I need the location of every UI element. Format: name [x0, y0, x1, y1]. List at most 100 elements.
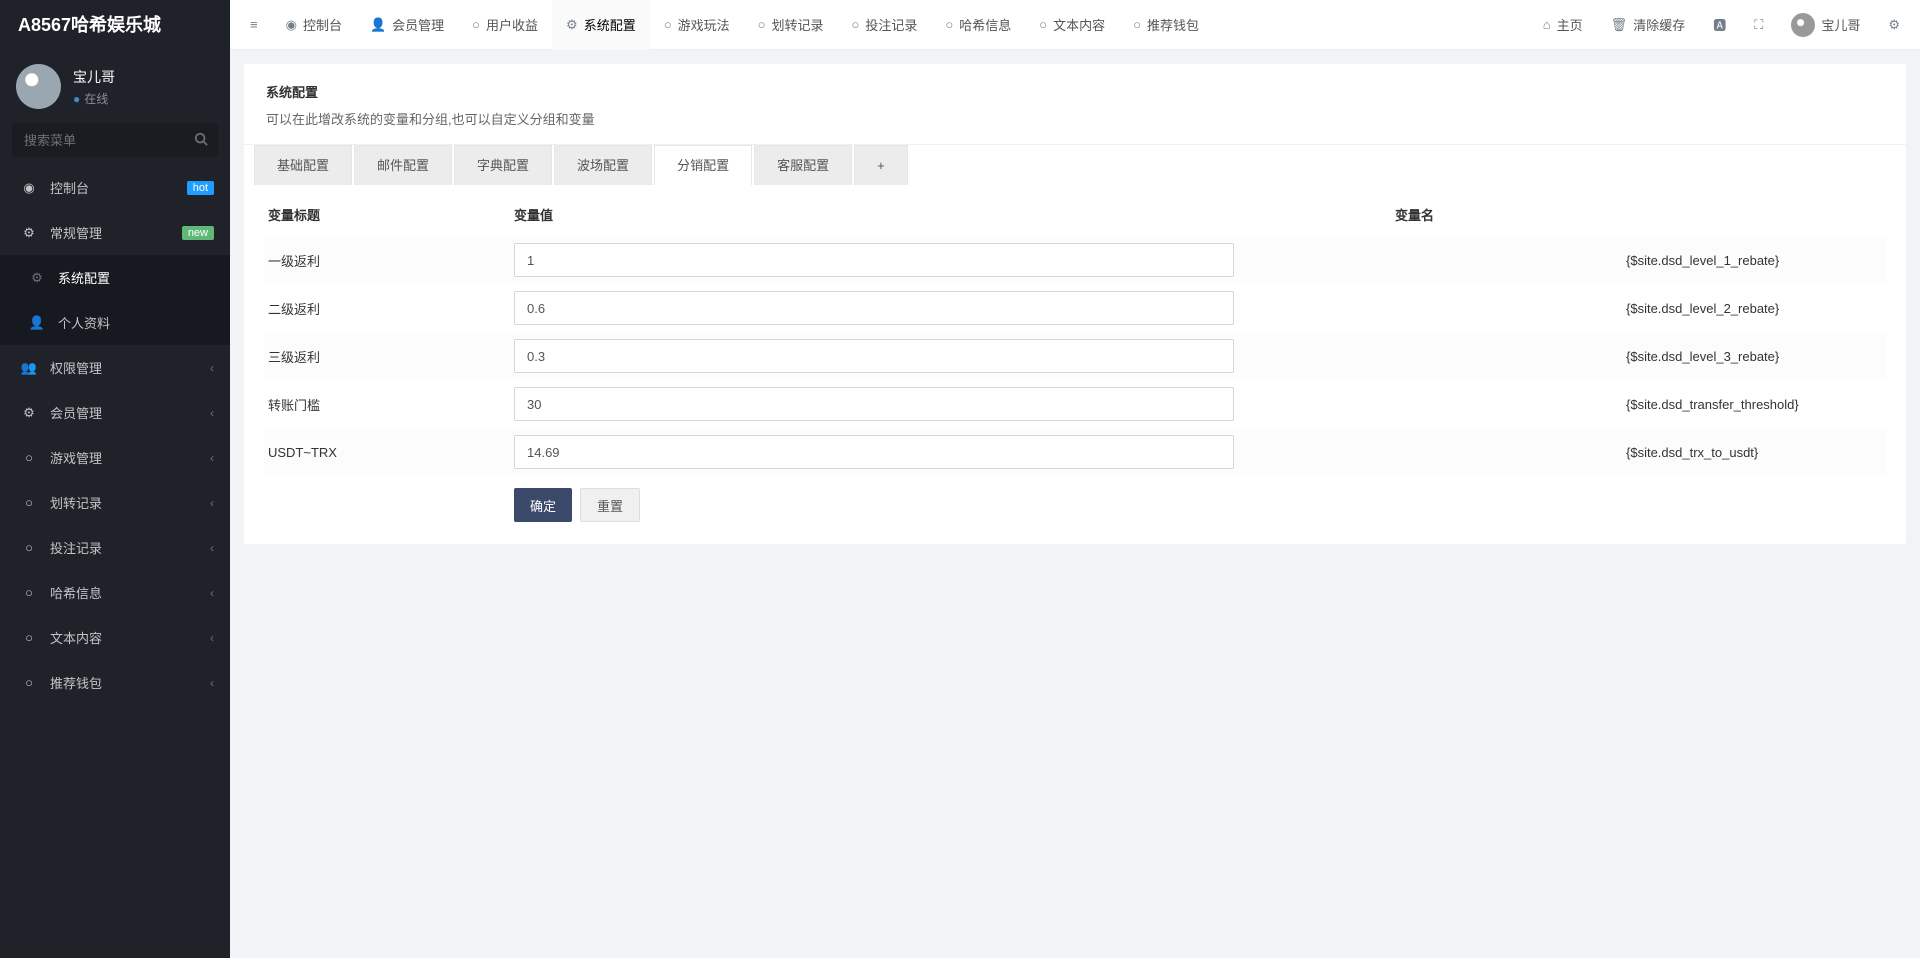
sidebar-item-5[interactable]: ⚙ 会员管理 ‹ [0, 390, 230, 435]
row-variable-name: {$site.dsd_trx_to_usdt} [1234, 445, 1886, 460]
header-tab-4[interactable]: ○游戏玩法 [650, 0, 744, 50]
sidebar-item-3[interactable]: 👤 个人资料 [0, 300, 230, 345]
user-status: ●在线 [73, 90, 115, 107]
gear-icon: ⚙ [1888, 17, 1900, 33]
sidebar: A8567哈希娱乐城 宝儿哥 ●在线 ◉ 控制台 hot ⚙ 常规管理 new … [0, 0, 230, 958]
search-box [12, 123, 218, 157]
settings-button[interactable]: ⚙ [1874, 0, 1914, 50]
home-button[interactable]: ⌂主页 [1529, 0, 1597, 50]
header-tab-7[interactable]: ○哈希信息 [931, 0, 1025, 50]
circle-o-icon: ○ [20, 630, 38, 645]
config-tab-1[interactable]: 邮件配置 [354, 145, 452, 185]
header-tab-9[interactable]: ○ 推荐钱包 [1119, 0, 1213, 50]
user-name: 宝儿哥 [73, 67, 115, 87]
circle-o-icon: ○ [851, 17, 859, 32]
header-tab-label: 控制台 [303, 15, 342, 34]
header-tab-2[interactable]: ○ 用户收益 [458, 0, 552, 50]
chevron-left-icon: ‹ [210, 406, 214, 420]
sidebar-item-label: 划转记录 [50, 493, 210, 512]
search-icon[interactable] [194, 132, 208, 146]
header-tab-label: 推荐钱包 [1147, 15, 1199, 34]
row-title: 转账门槛 [264, 395, 514, 414]
reset-button[interactable]: 重置 [580, 488, 640, 522]
sidebar-item-10[interactable]: ○ 文本内容 ‹ [0, 615, 230, 660]
sidebar-item-6[interactable]: ○ 游戏管理 ‹ [0, 435, 230, 480]
config-tab-2[interactable]: 字典配置 [454, 145, 552, 185]
circle-o-icon: ○ [1039, 17, 1047, 32]
user-menu[interactable]: 宝儿哥 [1777, 0, 1874, 50]
search-input[interactable] [12, 123, 218, 157]
dashboard-icon: ◉ [20, 180, 38, 196]
fullscreen-button[interactable]: ⛶ [1740, 0, 1777, 50]
header-tab-label: 用户收益 [486, 15, 538, 34]
sidebar-item-label: 哈希信息 [50, 583, 210, 602]
confirm-button[interactable]: 确定 [514, 488, 572, 522]
circle-o-icon: ○ [758, 17, 766, 32]
header-tab-1[interactable]: 👤会员管理 [356, 0, 458, 50]
row-title: 一级返利 [264, 251, 514, 270]
sidebar-item-2[interactable]: ⚙ 系统配置 [0, 255, 230, 300]
page-subtitle: 可以在此增改系统的变量和分组,也可以自定义分组和变量 [266, 109, 1884, 128]
cogs-icon: ⚙ [20, 225, 38, 241]
fullscreen-icon: ⛶ [1754, 17, 1763, 33]
header-tab-8[interactable]: ○文本内容 [1025, 0, 1119, 50]
row-value-input[interactable] [514, 435, 1234, 469]
chevron-left-icon: ‹ [210, 676, 214, 690]
table-header: 变量标题 变量值 变量名 [264, 195, 1886, 236]
add-tab-button[interactable]: + [854, 145, 908, 185]
header-tab-label: 划转记录 [771, 15, 823, 34]
chevron-left-icon: ‹ [210, 451, 214, 465]
row-value-input[interactable] [514, 243, 1234, 277]
row-variable-name: {$site.dsd_level_3_rebate} [1234, 349, 1886, 364]
config-tab-0[interactable]: 基础配置 [254, 145, 352, 185]
trash-icon: 🗑 [1611, 17, 1628, 33]
header-tab-6[interactable]: ○ 投注记录 [837, 0, 931, 50]
sidebar-nav: ◉ 控制台 hot ⚙ 常规管理 new ⚙ 系统配置 👤 个人资料 👥 权限管… [0, 165, 230, 705]
circle-o-icon: ○ [20, 540, 38, 555]
header: ≡ ◉控制台👤会员管理○用户收益⚙系统配置○游戏玩法○划转记录○投注记录○哈希信… [230, 0, 1920, 50]
row-value-input[interactable] [514, 387, 1234, 421]
user-cog-icon: ⚙ [20, 405, 38, 421]
row-title: 三级返利 [264, 347, 514, 366]
circle-o-icon: ○ [472, 17, 480, 32]
sidebar-item-8[interactable]: ○ 投注记录 ‹ [0, 525, 230, 570]
circle-o-icon: ○ [20, 675, 38, 690]
circle-o-icon: ○ [664, 17, 672, 32]
chevron-left-icon: ‹ [210, 586, 214, 600]
home-icon: ⌂ [1543, 17, 1551, 32]
badge: new [182, 226, 214, 240]
config-row: 三级返利 {$site.dsd_level_3_rebate} [264, 332, 1886, 380]
config-tab-5[interactable]: 客服配置 [754, 145, 852, 185]
config-row: 一级返利 {$site.dsd_level_1_rebate} [264, 236, 1886, 284]
badge: hot [187, 181, 214, 195]
user-icon: 👤 [370, 17, 386, 33]
sidebar-item-7[interactable]: ○ 划转记录 ‹ [0, 480, 230, 525]
row-value-input[interactable] [514, 339, 1234, 373]
sidebar-item-label: 控制台 [50, 178, 187, 197]
config-tab-4[interactable]: 分销配置 [654, 145, 752, 185]
header-tab-5[interactable]: ○ 划转记录 [744, 0, 838, 50]
toggle-sidebar-button[interactable]: ≡ [236, 0, 272, 50]
language-button[interactable]: 🅰 [1699, 0, 1740, 50]
sidebar-item-label: 权限管理 [50, 358, 210, 377]
sidebar-item-1[interactable]: ⚙ 常规管理 new [0, 210, 230, 255]
sidebar-item-label: 系统配置 [58, 268, 214, 287]
row-title: 二级返利 [264, 299, 514, 318]
clear-cache-button[interactable]: 🗑清除缓存 [1597, 0, 1700, 50]
sidebar-item-4[interactable]: 👥 权限管理 ‹ [0, 345, 230, 390]
sidebar-item-label: 文本内容 [50, 628, 210, 647]
sidebar-item-9[interactable]: ○ 哈希信息 ‹ [0, 570, 230, 615]
avatar [16, 64, 61, 109]
sidebar-item-11[interactable]: ○ 推荐钱包 ‹ [0, 660, 230, 705]
chevron-left-icon: ‹ [210, 361, 214, 375]
config-tab-3[interactable]: 波场配置 [554, 145, 652, 185]
circle-o-icon: ○ [1133, 17, 1141, 32]
row-title: USDT~TRX [264, 445, 514, 460]
header-tab-0[interactable]: ◉控制台 [272, 0, 356, 50]
header-tab-label: 投注记录 [865, 15, 917, 34]
sidebar-item-0[interactable]: ◉ 控制台 hot [0, 165, 230, 210]
header-tab-3[interactable]: ⚙系统配置 [552, 0, 650, 50]
circle-o-icon: ○ [945, 17, 953, 32]
page-title: 系统配置 [266, 82, 1884, 101]
row-value-input[interactable] [514, 291, 1234, 325]
